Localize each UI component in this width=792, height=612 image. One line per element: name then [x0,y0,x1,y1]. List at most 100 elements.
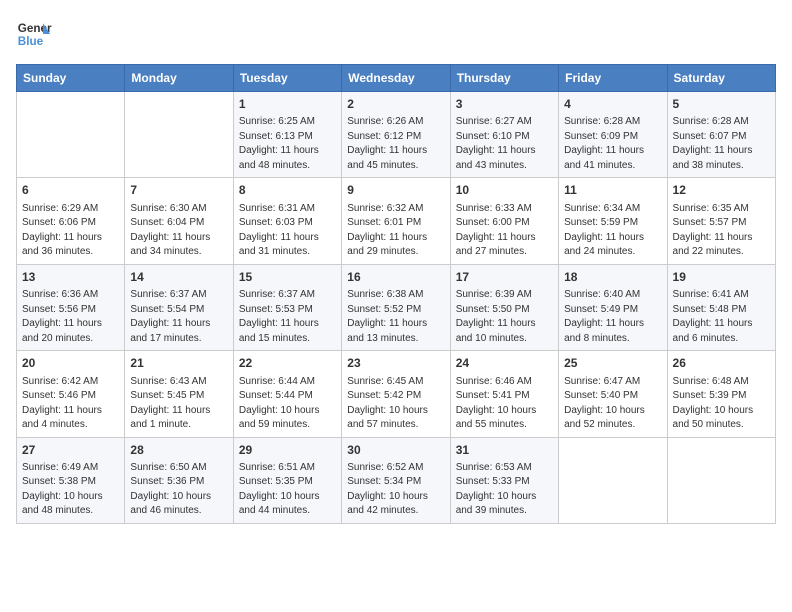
day-number: 22 [239,355,336,372]
sunset-text: Sunset: 5:50 PM [456,304,530,315]
sunrise-text: Sunrise: 6:40 AM [564,289,640,300]
day-number: 3 [456,96,553,113]
calendar-cell: 28Sunrise: 6:50 AMSunset: 5:36 PMDayligh… [125,437,233,523]
sunset-text: Sunset: 6:03 PM [239,217,313,228]
calendar-cell: 27Sunrise: 6:49 AMSunset: 5:38 PMDayligh… [17,437,125,523]
day-number: 25 [564,355,661,372]
day-number: 18 [564,269,661,286]
sunset-text: Sunset: 5:56 PM [22,304,96,315]
daylight-text: Daylight: 11 hours and 43 minutes. [456,145,536,171]
weekday-header-thursday: Thursday [450,65,558,92]
calendar-cell: 15Sunrise: 6:37 AMSunset: 5:53 PMDayligh… [233,264,341,350]
sunrise-text: Sunrise: 6:28 AM [564,116,640,127]
day-number: 2 [347,96,444,113]
sunrise-text: Sunrise: 6:42 AM [22,376,98,387]
sunset-text: Sunset: 5:34 PM [347,476,421,487]
sunset-text: Sunset: 6:10 PM [456,131,530,142]
day-number: 23 [347,355,444,372]
sunrise-text: Sunrise: 6:38 AM [347,289,423,300]
day-number: 21 [130,355,227,372]
sunrise-text: Sunrise: 6:32 AM [347,203,423,214]
sunrise-text: Sunrise: 6:37 AM [130,289,206,300]
calendar-cell [667,437,775,523]
sunset-text: Sunset: 5:39 PM [673,390,747,401]
sunset-text: Sunset: 6:04 PM [130,217,204,228]
sunset-text: Sunset: 5:57 PM [673,217,747,228]
sunrise-text: Sunrise: 6:35 AM [673,203,749,214]
sunset-text: Sunset: 6:09 PM [564,131,638,142]
sunrise-text: Sunrise: 6:33 AM [456,203,532,214]
sunrise-text: Sunrise: 6:45 AM [347,376,423,387]
sunset-text: Sunset: 5:46 PM [22,390,96,401]
sunrise-text: Sunrise: 6:51 AM [239,462,315,473]
sunrise-text: Sunrise: 6:37 AM [239,289,315,300]
weekday-header-sunday: Sunday [17,65,125,92]
sunrise-text: Sunrise: 6:34 AM [564,203,640,214]
sunset-text: Sunset: 5:59 PM [564,217,638,228]
calendar-cell: 21Sunrise: 6:43 AMSunset: 5:45 PMDayligh… [125,351,233,437]
logo-icon: General Blue [16,16,52,52]
sunrise-text: Sunrise: 6:26 AM [347,116,423,127]
page-header: General Blue [16,16,776,52]
day-number: 14 [130,269,227,286]
daylight-text: Daylight: 10 hours and 44 minutes. [239,491,320,517]
calendar-cell: 13Sunrise: 6:36 AMSunset: 5:56 PMDayligh… [17,264,125,350]
sunrise-text: Sunrise: 6:47 AM [564,376,640,387]
calendar-cell: 11Sunrise: 6:34 AMSunset: 5:59 PMDayligh… [559,178,667,264]
calendar-cell [559,437,667,523]
day-number: 11 [564,182,661,199]
day-number: 15 [239,269,336,286]
day-number: 7 [130,182,227,199]
sunrise-text: Sunrise: 6:50 AM [130,462,206,473]
calendar-cell [125,92,233,178]
sunset-text: Sunset: 5:36 PM [130,476,204,487]
calendar-cell: 7 Sunrise: 6:30 AM Sunset: 6:04 PM Daylight… [125,178,233,264]
day-number: 29 [239,442,336,459]
calendar-cell: 4Sunrise: 6:28 AMSunset: 6:09 PMDaylight… [559,92,667,178]
sunrise-text: Sunrise: 6:27 AM [456,116,532,127]
calendar-cell: 12Sunrise: 6:35 AMSunset: 5:57 PMDayligh… [667,178,775,264]
calendar-cell: 14 Sunrise: 6:37 AM Sunset: 5:54 PM Dayligh… [125,264,233,350]
calendar-cell: 18Sunrise: 6:40 AMSunset: 5:49 PMDayligh… [559,264,667,350]
weekday-header-monday: Monday [125,65,233,92]
daylight-text: Daylight: 10 hours and 55 minutes. [456,405,537,431]
day-number: 8 [239,182,336,199]
calendar-week-row: 1Sunrise: 6:25 AMSunset: 6:13 PMDaylight… [17,92,776,178]
weekday-header-wednesday: Wednesday [342,65,450,92]
calendar-cell: 23Sunrise: 6:45 AMSunset: 5:42 PMDayligh… [342,351,450,437]
sunrise-text: Sunrise: 6:41 AM [673,289,749,300]
sunrise-text: Sunrise: 6:28 AM [673,116,749,127]
weekday-header-saturday: Saturday [667,65,775,92]
day-number: 24 [456,355,553,372]
day-number: 30 [347,442,444,459]
calendar-cell: 22 Sunrise: 6:44 AM Sunset: 5:44 PM Dayligh… [233,351,341,437]
sunrise-text: Sunrise: 6:31 AM [239,203,315,214]
daylight-text: Daylight: 10 hours and 57 minutes. [347,405,428,431]
sunset-text: Sunset: 5:54 PM [130,304,204,315]
sunset-text: Sunset: 6:13 PM [239,131,313,142]
sunset-text: Sunset: 6:00 PM [456,217,530,228]
daylight-text: Daylight: 10 hours and 48 minutes. [22,491,103,517]
sunset-text: Sunset: 5:38 PM [22,476,96,487]
sunrise-text: Sunrise: 6:44 AM [239,376,315,387]
logo: General Blue [16,16,52,52]
daylight-text: Daylight: 10 hours and 59 minutes. [239,405,320,431]
weekday-header-friday: Friday [559,65,667,92]
daylight-text: Daylight: 11 hours and 34 minutes. [130,232,210,258]
calendar-cell: 20Sunrise: 6:42 AMSunset: 5:46 PMDayligh… [17,351,125,437]
day-number: 31 [456,442,553,459]
calendar-cell: 16Sunrise: 6:38 AMSunset: 5:52 PMDayligh… [342,264,450,350]
daylight-text: Daylight: 10 hours and 50 minutes. [673,405,754,431]
day-number: 16 [347,269,444,286]
day-number: 5 [673,96,770,113]
sunset-text: Sunset: 5:45 PM [130,390,204,401]
calendar-cell: 25Sunrise: 6:47 AMSunset: 5:40 PMDayligh… [559,351,667,437]
daylight-text: Daylight: 11 hours and 17 minutes. [130,318,210,344]
sunset-text: Sunset: 5:44 PM [239,390,313,401]
sunrise-text: Sunrise: 6:30 AM [130,203,206,214]
day-number: 17 [456,269,553,286]
calendar-cell: 29Sunrise: 6:51 AMSunset: 5:35 PMDayligh… [233,437,341,523]
sunset-text: Sunset: 6:06 PM [22,217,96,228]
sunset-text: Sunset: 5:33 PM [456,476,530,487]
day-number: 1 [239,96,336,113]
